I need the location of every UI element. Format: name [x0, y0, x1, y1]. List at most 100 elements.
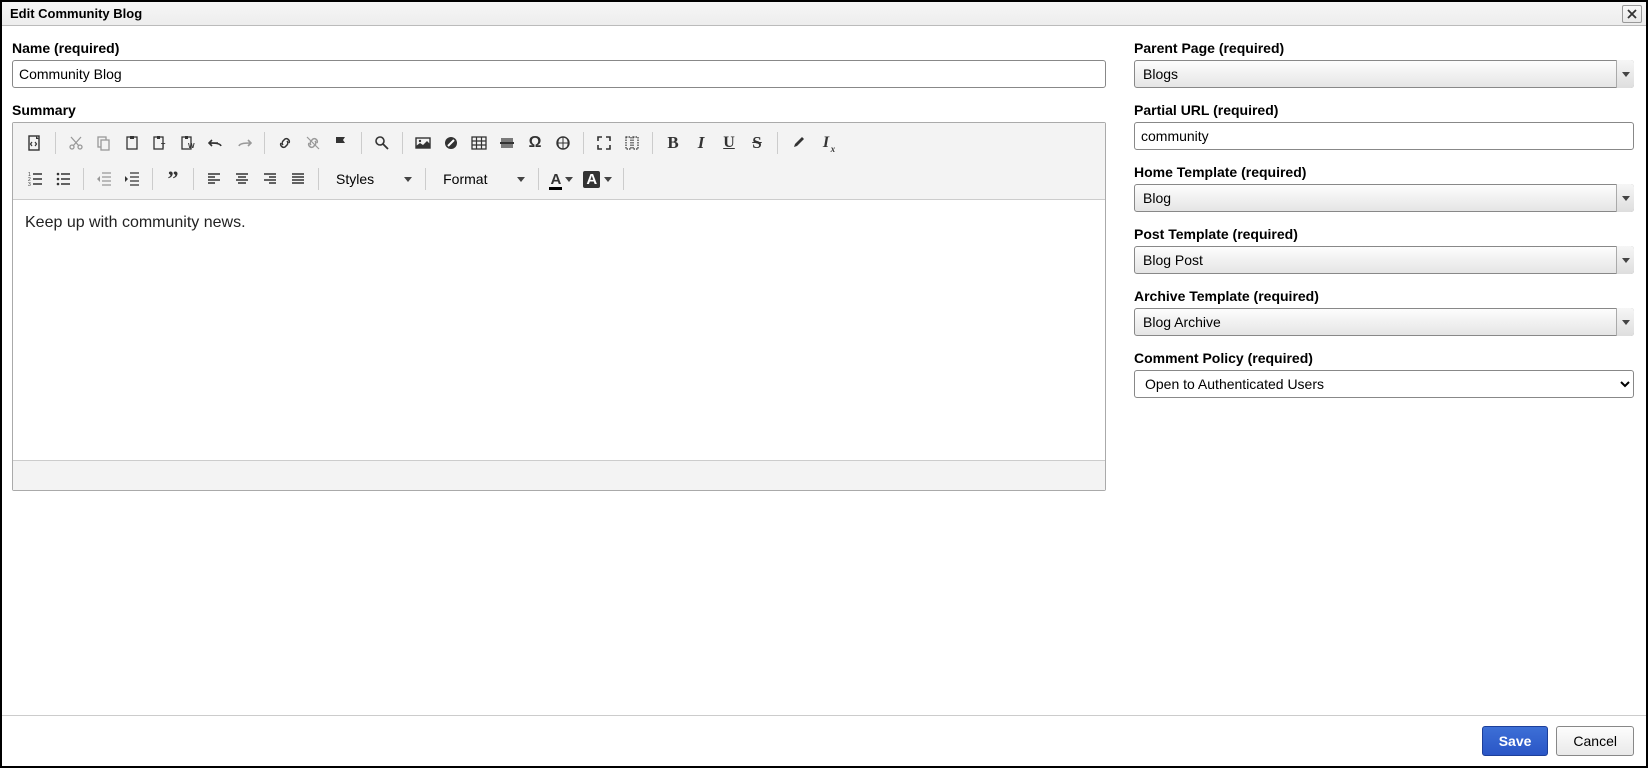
post-template-value: Blog Post [1143, 252, 1203, 268]
chevron-down-icon [1622, 320, 1630, 325]
italic-button[interactable]: I [687, 129, 715, 157]
parent-page-select[interactable]: Blogs [1134, 60, 1634, 88]
separator [264, 132, 265, 154]
maximize-icon [596, 135, 612, 151]
home-template-label: Home Template (required) [1134, 164, 1634, 180]
svg-text:T: T [161, 143, 166, 150]
align-justify-button[interactable] [284, 165, 312, 193]
paste-text-button[interactable]: T [146, 129, 174, 157]
outdent-button[interactable] [90, 165, 118, 193]
text-color-button[interactable]: A [545, 165, 578, 193]
link-icon [277, 135, 293, 151]
save-button[interactable]: Save [1482, 726, 1549, 756]
cancel-button[interactable]: Cancel [1556, 726, 1634, 756]
styles-combo[interactable]: Styles [325, 165, 419, 193]
copy-button[interactable] [90, 129, 118, 157]
remove-format-icon: Ix [823, 134, 829, 152]
strike-button[interactable]: S [743, 129, 771, 157]
home-template-select[interactable]: Blog [1134, 184, 1634, 212]
right-column: Parent Page (required) Blogs Partial URL… [1134, 40, 1634, 705]
anchor-button[interactable] [327, 129, 355, 157]
bg-color-button[interactable]: A [578, 165, 617, 193]
indent-button[interactable] [118, 165, 146, 193]
summary-field-block: Summary [12, 102, 1106, 491]
align-center-button[interactable] [228, 165, 256, 193]
post-template-block: Post Template (required) Blog Post [1134, 226, 1634, 274]
show-blocks-button[interactable] [618, 129, 646, 157]
bold-button[interactable]: B [659, 129, 687, 157]
paste-word-icon: W [180, 135, 196, 151]
separator [83, 168, 84, 190]
flag-icon [333, 135, 349, 151]
copy-format-button[interactable] [784, 129, 812, 157]
globe-icon [555, 135, 571, 151]
align-left-icon [206, 171, 222, 187]
toolbar-row-1: T W [21, 129, 1097, 157]
redo-button[interactable] [230, 129, 258, 157]
summary-text: Keep up with community news. [25, 214, 246, 231]
home-template-block: Home Template (required) Blog [1134, 164, 1634, 212]
align-right-icon [262, 171, 278, 187]
post-template-select[interactable]: Blog Post [1134, 246, 1634, 274]
unordered-list-button[interactable] [49, 165, 77, 193]
comment-policy-label: Comment Policy (required) [1134, 350, 1634, 366]
image-button[interactable] [409, 129, 437, 157]
image-icon [415, 135, 431, 151]
archive-template-label: Archive Template (required) [1134, 288, 1634, 304]
paste-word-button[interactable]: W [174, 129, 202, 157]
rich-text-editor: T W [12, 122, 1106, 491]
svg-text:3: 3 [28, 182, 31, 187]
align-right-button[interactable] [256, 165, 284, 193]
horizontal-rule-button[interactable] [493, 129, 521, 157]
blocks-icon [624, 135, 640, 151]
iframe-button[interactable] [549, 129, 577, 157]
circle-slash-icon [443, 135, 459, 151]
editor-footer [13, 460, 1105, 490]
align-center-icon [234, 171, 250, 187]
special-char-button[interactable]: Ω [521, 129, 549, 157]
underline-button[interactable]: U [715, 129, 743, 157]
format-combo-label: Format [443, 171, 487, 187]
undo-button[interactable] [202, 129, 230, 157]
name-input[interactable] [12, 60, 1106, 88]
maximize-button[interactable] [590, 129, 618, 157]
underline-icon: U [723, 134, 735, 152]
remove-format-button[interactable]: Ix [812, 129, 840, 157]
align-left-button[interactable] [200, 165, 228, 193]
edit-blog-dialog: Edit Community Blog Name (required) Summ… [2, 2, 1646, 766]
comment-policy-select[interactable]: Open to Authenticated Users [1134, 370, 1634, 398]
archive-template-select[interactable]: Blog Archive [1134, 308, 1634, 336]
paste-button[interactable] [118, 129, 146, 157]
dialog-content: Name (required) Summary [2, 26, 1646, 715]
chevron-down-icon [604, 177, 612, 182]
unlink-button[interactable] [299, 129, 327, 157]
name-field-block: Name (required) [12, 40, 1106, 88]
separator [777, 132, 778, 154]
ol-icon: 123 [27, 171, 43, 187]
ordered-list-button[interactable]: 123 [21, 165, 49, 193]
format-combo[interactable]: Format [432, 165, 532, 193]
close-button[interactable] [1622, 5, 1642, 23]
chevron-down-icon [1622, 258, 1630, 263]
chevron-down-icon [1622, 196, 1630, 201]
partial-url-label: Partial URL (required) [1134, 102, 1634, 118]
source-button[interactable] [21, 129, 49, 157]
toolbar-row-2: 123 [21, 165, 1097, 193]
embed-button[interactable] [437, 129, 465, 157]
chevron-down-icon [404, 177, 412, 182]
partial-url-input[interactable] [1134, 122, 1634, 150]
editor-body[interactable]: Keep up with community news. [13, 200, 1105, 460]
separator [318, 168, 319, 190]
parent-page-label: Parent Page (required) [1134, 40, 1634, 56]
source-icon [27, 135, 43, 151]
unlink-icon [305, 135, 321, 151]
cut-button[interactable] [62, 129, 90, 157]
hr-icon [499, 135, 515, 151]
link-button[interactable] [271, 129, 299, 157]
summary-label: Summary [12, 102, 1106, 118]
find-button[interactable] [368, 129, 396, 157]
comment-policy-block: Comment Policy (required) Open to Authen… [1134, 350, 1634, 398]
table-button[interactable] [465, 129, 493, 157]
ul-icon [55, 171, 71, 187]
blockquote-button[interactable]: ” [159, 165, 187, 193]
